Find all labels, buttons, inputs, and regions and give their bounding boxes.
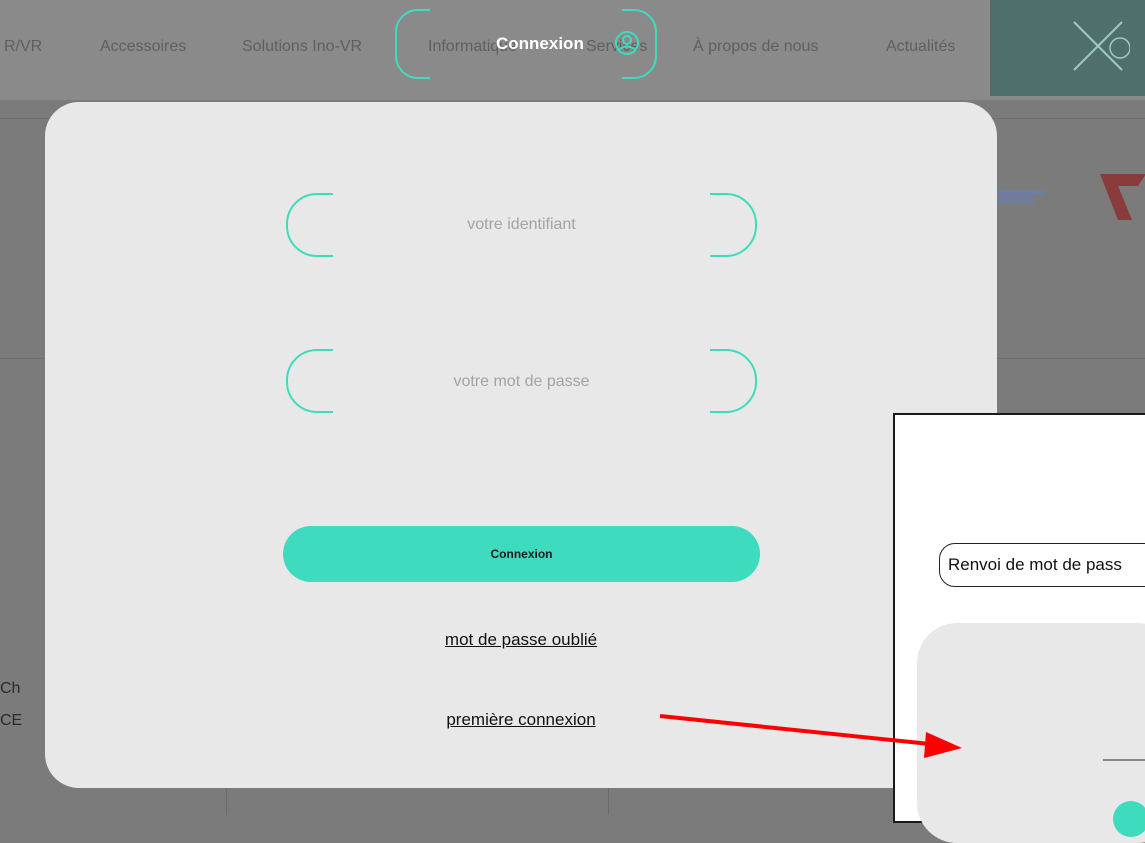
- annotation-arrow-icon: [659, 714, 962, 758]
